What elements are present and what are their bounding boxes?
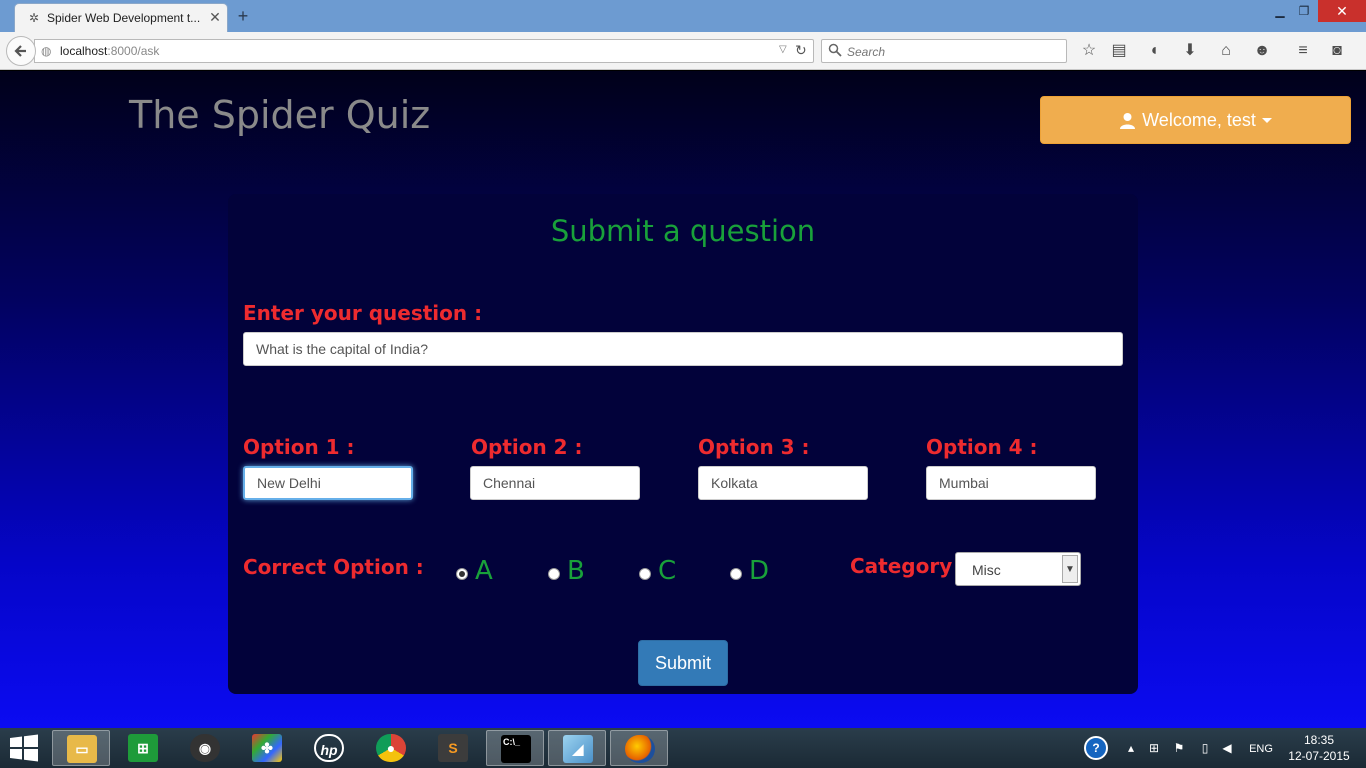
option-2-label: Option 2 : (471, 435, 583, 459)
store-icon: ⊞ (128, 734, 158, 762)
taskbar-notes-app[interactable]: ◢ (548, 730, 606, 766)
question-form-panel: Submit a question Enter your question : … (228, 194, 1138, 694)
correct-option-radio-c[interactable] (639, 568, 651, 580)
maximize-button[interactable]: ❐ (1292, 0, 1316, 22)
correct-option-radio-a[interactable] (456, 568, 468, 580)
option-4-input[interactable] (926, 466, 1096, 500)
taskbar: ▭ ⊞ ◉ ✤ hp ● S C:\_ ◢ ? ▴ ⊞ ⚑ ▯ ◀ ENG 18… (0, 728, 1366, 768)
search-icon (828, 43, 842, 57)
category-label: Category : (850, 554, 968, 578)
reading-list-icon[interactable]: ▤ (1108, 41, 1130, 63)
submit-button[interactable]: Submit (638, 640, 728, 686)
caret-down-icon (1261, 118, 1272, 123)
taskbar-firefox[interactable] (610, 730, 668, 766)
radio-label-b[interactable]: B (567, 556, 585, 586)
notes-icon: ◢ (563, 735, 593, 763)
url-text: localhost:8000/ask (60, 44, 159, 58)
firefox-icon (625, 735, 655, 763)
puzzle-icon: ✤ (252, 734, 282, 762)
browser-titlebar: ✲ Spider Web Development t... ✕ + ▁ ❐ ✕ (0, 0, 1366, 32)
browser-navbar: ◍ localhost:8000/ask ▽ ↻ Search ☆ ▤ ◖ ⬇ … (0, 32, 1366, 70)
chevron-down-icon[interactable]: ▼ (1062, 555, 1078, 583)
close-window-button[interactable]: ✕ (1318, 0, 1366, 22)
spider-favicon-icon: ✲ (28, 11, 40, 25)
clock-time: 18:35 (1303, 733, 1335, 747)
taskbar-command-prompt[interactable]: C:\_ (486, 730, 544, 766)
input-language[interactable]: ENG (1244, 741, 1278, 757)
taskbar-store[interactable]: ⊞ (114, 730, 172, 766)
page-content: The Spider Quiz Welcome, test Submit a q… (0, 71, 1366, 728)
url-path: :8000/ask (107, 44, 160, 58)
taskbar-puzzle-app[interactable]: ✤ (238, 730, 296, 766)
back-button[interactable] (6, 36, 36, 66)
bookmark-star-icon[interactable]: ☆ (1078, 41, 1100, 63)
new-tab-button[interactable]: + (232, 5, 254, 27)
folder-icon: ▭ (67, 735, 97, 763)
webcam-icon: ◉ (190, 734, 220, 762)
action-center-flag-icon[interactable]: ⚑ (1171, 740, 1187, 756)
correct-option-radio-d[interactable] (730, 568, 742, 580)
welcome-text: Welcome, test (1142, 110, 1256, 130)
option-3-label: Option 3 : (698, 435, 810, 459)
radio-label-d[interactable]: D (749, 556, 769, 586)
option-4-label: Option 4 : (926, 435, 1038, 459)
command-prompt-icon: C:\_ (501, 735, 531, 763)
minimize-button[interactable]: ▁ (1268, 0, 1292, 22)
hp-logo-icon: hp (314, 734, 344, 762)
windows-start-icon[interactable] (8, 734, 40, 762)
taskbar-chrome[interactable]: ● (362, 730, 420, 766)
category-value: Misc (972, 562, 1001, 578)
option-3-input[interactable] (698, 466, 868, 500)
question-input[interactable] (243, 332, 1123, 366)
welcome-user-dropdown[interactable]: Welcome, test (1040, 96, 1351, 144)
volume-icon[interactable]: ◀ (1219, 740, 1235, 756)
clock-date: 12-07-2015 (1288, 749, 1350, 763)
question-label: Enter your question : (243, 301, 483, 325)
search-bar[interactable]: Search (821, 39, 1067, 63)
tab-close-icon[interactable]: ✕ (207, 9, 223, 25)
globe-icon: ◍ (41, 44, 52, 58)
option-1-input[interactable] (243, 466, 413, 500)
reload-icon[interactable]: ↻ (795, 42, 811, 59)
correct-option-label: Correct Option : (243, 555, 424, 579)
option-1-label: Option 1 : (243, 435, 355, 459)
url-bar[interactable]: ◍ localhost:8000/ask ▽ ↻ (34, 39, 814, 63)
windows-update-icon[interactable]: ⊞ (1146, 740, 1162, 756)
category-select[interactable]: Misc ▼ (955, 552, 1081, 586)
pocket-icon[interactable]: ◖ (1143, 41, 1165, 63)
show-hidden-icons-icon[interactable]: ▴ (1123, 740, 1139, 756)
taskbar-webcam[interactable]: ◉ (176, 730, 234, 766)
option-2-input[interactable] (470, 466, 640, 500)
url-host: localhost (60, 44, 108, 58)
home-icon[interactable]: ⌂ (1215, 41, 1237, 63)
menu-icon[interactable]: ≡ (1292, 41, 1314, 63)
taskbar-hp[interactable]: hp (300, 730, 358, 766)
extension-icon[interactable]: ◙ (1326, 41, 1348, 63)
system-clock[interactable]: 18:35 12-07-2015 (1286, 732, 1352, 764)
form-title: Submit a question (550, 214, 816, 248)
taskbar-file-explorer[interactable]: ▭ (52, 730, 110, 766)
user-icon (1120, 113, 1136, 129)
search-placeholder: Search (847, 45, 886, 59)
radio-label-a[interactable]: A (475, 556, 493, 586)
radio-label-c[interactable]: C (658, 556, 676, 586)
site-brand[interactable]: The Spider Quiz (129, 93, 430, 137)
back-arrow-icon (14, 45, 26, 57)
url-history-dropdown-icon[interactable]: ▽ (779, 44, 791, 55)
downloads-icon[interactable]: ⬇ (1179, 41, 1201, 63)
hello-chat-icon[interactable]: ☻ (1251, 41, 1273, 63)
help-icon[interactable]: ? (1084, 736, 1108, 760)
chrome-icon: ● (376, 734, 406, 762)
browser-tab[interactable]: ✲ Spider Web Development t... ✕ (14, 3, 228, 32)
correct-option-radio-b[interactable] (548, 568, 560, 580)
sublime-text-icon: S (438, 734, 468, 762)
taskbar-sublime[interactable]: S (424, 730, 482, 766)
tab-title: Spider Web Development t... (47, 11, 201, 25)
battery-icon[interactable]: ▯ (1197, 740, 1213, 756)
